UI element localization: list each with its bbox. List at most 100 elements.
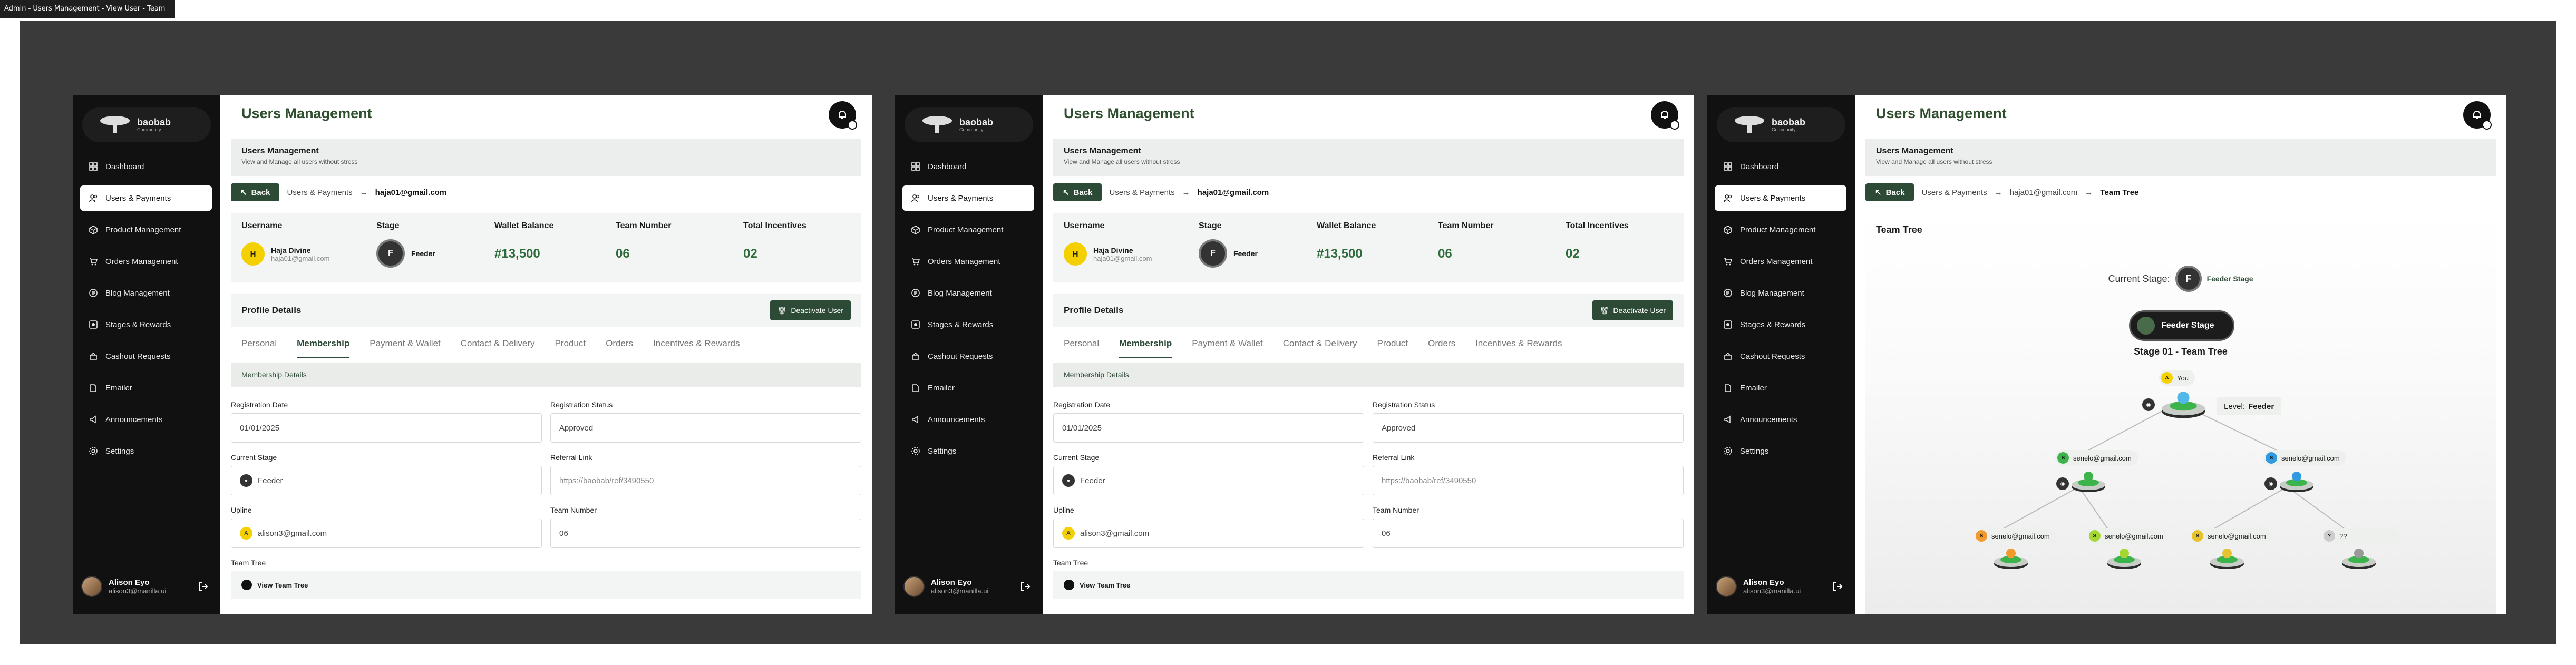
field-input[interactable]: Aalison3@gmail.com <box>231 519 542 548</box>
sidebar-item-users-payments[interactable]: Users & Payments <box>902 185 1034 211</box>
tree-node[interactable] <box>2070 471 2107 495</box>
sidebar-item-emailer[interactable]: Emailer <box>1715 375 1846 400</box>
sidebar-item-cashout-requests[interactable]: Cashout Requests <box>80 344 212 369</box>
tab-personal[interactable]: Personal <box>1064 338 1099 356</box>
tree-node-root[interactable] <box>2160 391 2207 423</box>
avatar[interactable] <box>903 576 925 597</box>
field-input[interactable]: 01/01/2025 <box>231 413 542 443</box>
breadcrumb-user[interactable]: hajа01@gmail.com <box>375 188 447 197</box>
sidebar-item-product-management[interactable]: Product Management <box>80 217 212 242</box>
logout-icon[interactable] <box>1832 581 1843 592</box>
tree-node-root-tag[interactable]: A You <box>2159 370 2195 386</box>
tree-node-tag[interactable]: ??? <box>2321 528 2400 544</box>
tab-contact-delivery[interactable]: Contact & Delivery <box>461 338 535 356</box>
sidebar-item-product-management[interactable]: Product Management <box>1715 217 1846 242</box>
tab-membership[interactable]: Membership <box>1119 338 1172 358</box>
sidebar-item-users-payments[interactable]: Users & Payments <box>1715 185 1846 211</box>
sidebar-item-emailer[interactable]: Emailer <box>902 375 1034 400</box>
sidebar-item-cashout-requests[interactable]: Cashout Requests <box>1715 344 1846 369</box>
notification-button[interactable] <box>2463 101 2492 130</box>
sidebar-item-settings[interactable]: Settings <box>80 438 212 464</box>
field-input[interactable]: ● Feeder <box>231 466 542 495</box>
field-input[interactable]: https://baobab/ref/3490550 <box>1373 466 1684 495</box>
field-input[interactable]: Aalison3@gmail.com <box>1053 519 1364 548</box>
back-button[interactable]: ↖ Back <box>1865 183 1914 201</box>
tree-node[interactable] <box>2278 471 2315 495</box>
sidebar-item-settings[interactable]: Settings <box>902 438 1034 464</box>
sidebar-item-announcements[interactable]: Announcements <box>902 407 1034 432</box>
breadcrumb-section[interactable]: Users & Payments <box>1921 188 1987 197</box>
sidebar-item-announcements[interactable]: Announcements <box>1715 407 1846 432</box>
field-input[interactable]: 06 <box>1373 519 1684 548</box>
tab-membership[interactable]: Membership <box>297 338 350 358</box>
sidebar-item-dashboard[interactable]: Dashboard <box>902 154 1034 179</box>
tab-product[interactable]: Product <box>555 338 586 356</box>
sidebar-item-settings[interactable]: Settings <box>1715 438 1846 464</box>
sidebar-item-users-payments[interactable]: Users & Payments <box>80 185 212 211</box>
sidebar-item-orders-management[interactable]: Orders Management <box>1715 249 1846 274</box>
sidebar-item-stages-rewards[interactable]: Stages & Rewards <box>80 312 212 337</box>
tab-incentives-rewards[interactable]: Incentives & Rewards <box>1475 338 1562 356</box>
sidebar-item-orders-management[interactable]: Orders Management <box>80 249 212 274</box>
tab-product[interactable]: Product <box>1377 338 1408 356</box>
logout-icon[interactable] <box>197 581 209 592</box>
brand-logo[interactable]: baobab Community <box>905 107 1033 142</box>
field-input[interactable]: https://baobab/ref/3490550 <box>550 466 861 495</box>
tab-payment-wallet[interactable]: Payment & Wallet <box>1192 338 1262 356</box>
sidebar-item-emailer[interactable]: Emailer <box>80 375 212 400</box>
sidebar-item-product-management[interactable]: Product Management <box>902 217 1034 242</box>
tree-node-tag[interactable]: Ssenelo@gmail.com <box>2087 528 2170 544</box>
tree-node-tag[interactable]: Ssenelo@gmail.com <box>2263 450 2346 466</box>
sidebar-item-blog-management[interactable]: Blog Management <box>1715 280 1846 306</box>
back-button[interactable]: ↖ Back <box>1053 183 1102 201</box>
field-input[interactable]: Approved <box>1373 413 1684 443</box>
breadcrumb-section[interactable]: Users & Payments <box>287 188 352 197</box>
tab-contact-delivery[interactable]: Contact & Delivery <box>1283 338 1357 356</box>
field-input[interactable]: 06 <box>550 519 861 548</box>
sidebar-item-cashout-requests[interactable]: Cashout Requests <box>902 344 1034 369</box>
logout-icon[interactable] <box>1019 581 1031 592</box>
field-input[interactable]: ● Feeder <box>1053 466 1364 495</box>
deactivate-user-button[interactable]: 🗑 Deactivate User <box>770 300 851 320</box>
eye-icon[interactable]: ◉ <box>2264 477 2277 490</box>
breadcrumb-section[interactable]: Users & Payments <box>1109 188 1174 197</box>
sidebar-item-announcements[interactable]: Announcements <box>80 407 212 432</box>
avatar[interactable] <box>1716 576 1737 597</box>
notification-button[interactable] <box>1651 101 1679 130</box>
back-button[interactable]: ↖ Back <box>231 183 280 201</box>
avatar[interactable] <box>81 576 102 597</box>
sidebar-item-dashboard[interactable]: Dashboard <box>80 154 212 179</box>
tab-personal[interactable]: Personal <box>241 338 277 356</box>
notification-button[interactable] <box>829 101 857 130</box>
sidebar-item-blog-management[interactable]: Blog Management <box>80 280 212 306</box>
sidebar-item-orders-management[interactable]: Orders Management <box>902 249 1034 274</box>
tree-node[interactable] <box>2106 548 2143 572</box>
breadcrumb-user[interactable]: hajа01@gmail.com <box>2010 188 2078 197</box>
tab-orders[interactable]: Orders <box>1428 338 1455 356</box>
deactivate-user-button[interactable]: 🗑 Deactivate User <box>1592 300 1673 320</box>
eye-icon[interactable]: ◉ <box>2142 398 2155 411</box>
sidebar-item-dashboard[interactable]: Dashboard <box>1715 154 1846 179</box>
tree-node[interactable] <box>2209 548 2246 572</box>
tab-payment-wallet[interactable]: Payment & Wallet <box>370 338 440 356</box>
tree-node[interactable] <box>1992 548 2029 572</box>
brand-logo[interactable]: baobab Community <box>1717 107 1845 142</box>
tab-incentives-rewards[interactable]: Incentives & Rewards <box>653 338 740 356</box>
breadcrumb-user[interactable]: hajа01@gmail.com <box>1198 188 1269 197</box>
sidebar-item-blog-management[interactable]: Blog Management <box>902 280 1034 306</box>
view-team-tree-button[interactable]: View Team Tree <box>1053 571 1684 599</box>
tree-node[interactable] <box>2340 548 2377 572</box>
eye-icon[interactable]: ◉ <box>2056 477 2069 490</box>
brand-logo[interactable]: baobab Community <box>82 107 211 142</box>
stat-incentives: Total Incentives 02 <box>743 221 806 261</box>
tab-orders[interactable]: Orders <box>606 338 633 356</box>
sidebar-item-stages-rewards[interactable]: Stages & Rewards <box>1715 312 1846 337</box>
field-input[interactable]: Approved <box>550 413 861 443</box>
node-initial: S <box>2192 530 2203 542</box>
tree-node-tag[interactable]: Ssenelo@gmail.com <box>2190 528 2272 544</box>
field-input[interactable]: 01/01/2025 <box>1053 413 1364 443</box>
view-team-tree-button[interactable]: View Team Tree <box>231 571 861 599</box>
tree-node-tag[interactable]: Ssenelo@gmail.com <box>1974 528 2056 544</box>
sidebar-item-stages-rewards[interactable]: Stages & Rewards <box>902 312 1034 337</box>
tree-node-tag[interactable]: Ssenelo@gmail.com <box>2055 450 2138 466</box>
